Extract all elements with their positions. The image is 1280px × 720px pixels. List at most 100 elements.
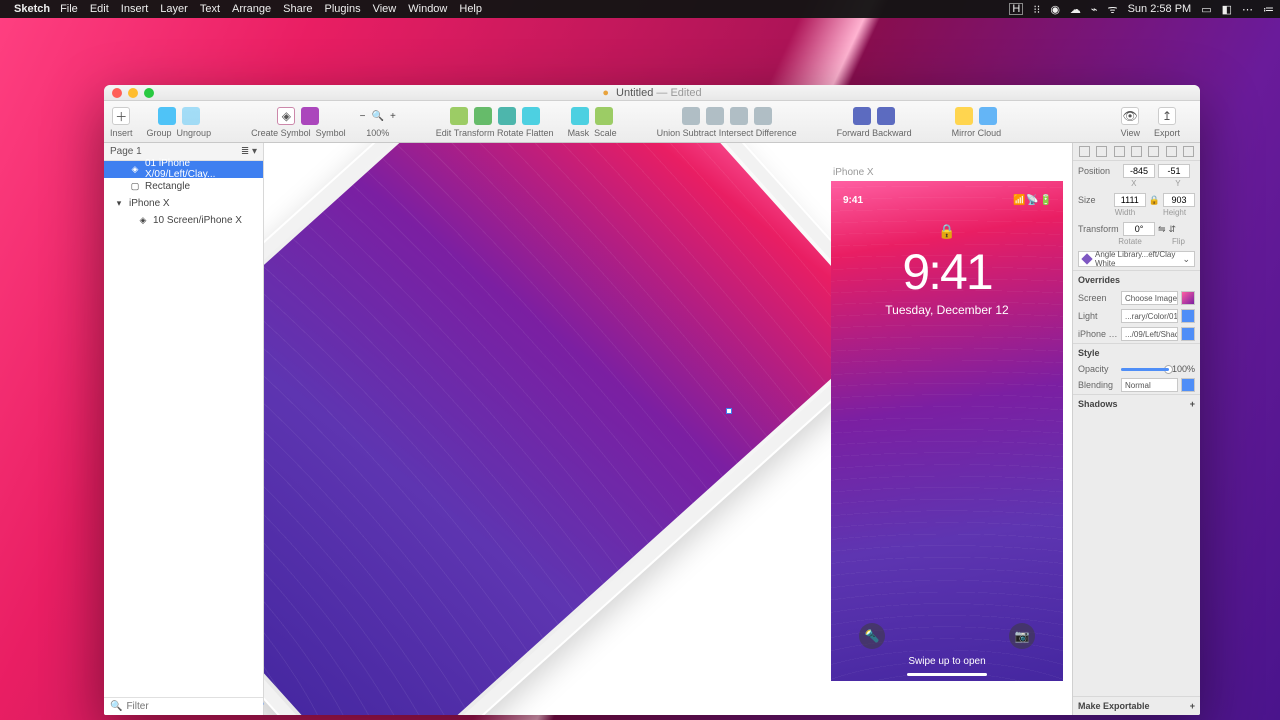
cloud-button[interactable] [979, 107, 997, 125]
flip-v-icon[interactable]: ⇵ [1169, 224, 1177, 235]
union-button[interactable] [682, 107, 700, 125]
iphone-mockup-rotated[interactable] [264, 143, 913, 715]
rotate-button[interactable] [498, 107, 516, 125]
insert-button[interactable]: ＋ [112, 107, 130, 125]
swipe-up-label: Swipe up to open [831, 656, 1063, 667]
create-symbol-button[interactable]: ◈ [277, 107, 295, 125]
override-iphonex-label: iPhone X... [1078, 329, 1118, 339]
intersect-button[interactable] [730, 107, 748, 125]
width-input[interactable] [1114, 193, 1146, 207]
zoom-label: 100% [366, 128, 389, 138]
blending-select[interactable]: Normal [1121, 378, 1178, 392]
flatten-button[interactable] [522, 107, 540, 125]
group-button[interactable] [158, 107, 176, 125]
menu-edit[interactable]: Edit [90, 3, 109, 15]
symbol-button[interactable] [301, 107, 319, 125]
canvas[interactable]: Swipe up to open iPhone X 9:41 📶 📡 🔋 🔒 9… [264, 143, 1072, 715]
override-light-value[interactable]: ...rary/Color/01 White [1121, 309, 1178, 323]
override-screen-swatch[interactable] [1181, 291, 1195, 305]
flip-h-icon[interactable]: ⇋ [1158, 224, 1166, 235]
edit-button[interactable] [450, 107, 468, 125]
menu-help[interactable]: Help [459, 3, 482, 15]
lock-aspect-icon[interactable]: 🔒 [1149, 195, 1160, 206]
status-control-icon[interactable]: ▭ [1201, 3, 1211, 16]
symbol-picker[interactable]: Angle Library...eft/Clay White⌄ [1078, 251, 1195, 267]
menu-window[interactable]: Window [408, 3, 447, 15]
window-title: ● Untitled — Edited [602, 87, 701, 99]
blending-label: Blending [1078, 380, 1118, 390]
alignment-controls[interactable] [1073, 143, 1200, 161]
export-button[interactable]: ↥ [1158, 107, 1176, 125]
difference-button[interactable] [754, 107, 772, 125]
add-shadow-icon[interactable]: + [1190, 399, 1195, 409]
status-siri-icon[interactable]: ◧ [1222, 3, 1232, 16]
layer-row[interactable]: ▢Rectangle [104, 178, 263, 195]
size-label: Size [1078, 195, 1111, 205]
artboard-iphone-x[interactable]: 9:41 📶 📡 🔋 🔒 9:41 Tuesday, December 12 🔦… [831, 181, 1063, 681]
view-button[interactable]: 👁 [1121, 107, 1139, 125]
toolbar: ＋Insert Group Ungroup ◈Create Symbol Sym… [104, 101, 1200, 143]
window-titlebar[interactable]: ● Untitled — Edited [104, 85, 1200, 101]
selection-handle[interactable] [726, 408, 732, 414]
app-menu[interactable]: Sketch [14, 3, 50, 15]
menubar-clock[interactable]: Sun 2:58 PM [1128, 3, 1192, 15]
subtract-button[interactable] [706, 107, 724, 125]
sketch-window: ● Untitled — Edited ＋Insert Group Ungrou… [104, 85, 1200, 715]
artboard-expand-icon[interactable]: ▾ [114, 198, 124, 208]
override-screen-value[interactable]: Choose Image [1121, 291, 1178, 305]
make-exportable[interactable]: Make Exportable+ [1073, 696, 1200, 715]
window-zoom-button[interactable] [144, 88, 154, 98]
menu-text[interactable]: Text [200, 3, 220, 15]
menu-layer[interactable]: Layer [160, 3, 188, 15]
layer-filter[interactable]: 🔍 ✎▢ [104, 697, 263, 715]
pos-x-input[interactable] [1123, 164, 1155, 178]
menu-insert[interactable]: Insert [121, 3, 149, 15]
blending-chevron-icon[interactable] [1181, 378, 1195, 392]
mirror-button[interactable] [955, 107, 973, 125]
pos-y-input[interactable] [1158, 164, 1190, 178]
menu-plugins[interactable]: Plugins [325, 3, 361, 15]
layer-row[interactable]: ◈01 iPhone X/09/Left/Clay... [104, 161, 263, 178]
override-iphonex-swatch[interactable] [1181, 327, 1195, 341]
backward-button[interactable] [877, 107, 895, 125]
status-menu-icon[interactable]: ≔ [1263, 3, 1274, 16]
edit-group-label: Edit Transform Rotate Flatten [436, 128, 554, 138]
layer-row[interactable]: ▾iPhone X [104, 195, 263, 212]
opacity-label: Opacity [1078, 364, 1118, 374]
window-minimize-button[interactable] [128, 88, 138, 98]
add-export-icon[interactable]: + [1190, 701, 1195, 711]
ungroup-button[interactable] [182, 107, 200, 125]
status-time: 9:41 [843, 195, 863, 206]
override-iphonex-value[interactable]: .../09/Left/Shadow/4 [1121, 327, 1178, 341]
override-light-label: Light [1078, 311, 1118, 321]
artboard-label[interactable]: iPhone X [833, 167, 874, 178]
filter-input[interactable] [126, 701, 258, 712]
unsaved-dot-icon: ● [602, 87, 609, 99]
shadows-header[interactable]: Shadows+ [1073, 394, 1200, 413]
status-wifi-icon[interactable]: ᯤ [1108, 2, 1118, 17]
opacity-value[interactable]: 100% [1172, 364, 1195, 374]
menu-share[interactable]: Share [283, 3, 312, 15]
mask-button[interactable] [571, 107, 589, 125]
status-headphones-icon[interactable]: ⌁ [1091, 3, 1098, 16]
menu-file[interactable]: File [60, 3, 78, 15]
status-cloud-icon[interactable]: ☁ [1070, 3, 1081, 16]
forward-button[interactable] [853, 107, 871, 125]
user-badge[interactable]: H [1009, 3, 1023, 15]
height-input[interactable] [1163, 193, 1195, 207]
window-close-button[interactable] [112, 88, 122, 98]
status-dots-icon[interactable]: ⁝⁝ [1033, 3, 1040, 16]
mirror-cloud-label: Mirror Cloud [952, 128, 1002, 138]
override-light-swatch[interactable] [1181, 309, 1195, 323]
opacity-slider[interactable] [1121, 368, 1169, 371]
status-spotlight-icon[interactable]: ⋯ [1242, 3, 1253, 16]
transform-button[interactable] [474, 107, 492, 125]
layer-row[interactable]: ◈10 Screen/iPhone X [104, 212, 263, 229]
menu-view[interactable]: View [373, 3, 397, 15]
menu-arrange[interactable]: Arrange [232, 3, 271, 15]
zoom-control[interactable]: −🔍+ [360, 105, 396, 127]
scale-button[interactable] [595, 107, 613, 125]
angle-input[interactable] [1123, 222, 1155, 236]
status-rec-icon[interactable]: ◉ [1050, 3, 1060, 16]
lock-time: 9:41 [831, 243, 1063, 301]
